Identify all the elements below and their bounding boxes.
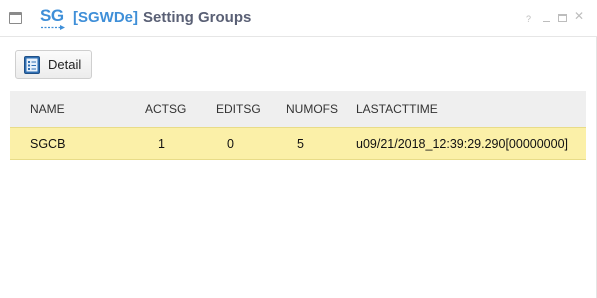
window-title: [SGWDe] Setting Groups [73,9,251,27]
setting-groups-window: SG [SGWDe] Setting Groups ? ✕ Detail NAM… [0,0,597,298]
window-title-name: Setting Groups [143,9,252,26]
minimize-button[interactable] [542,13,551,23]
window-title-code: [SGWDe] [73,9,138,26]
close-button[interactable]: ✕ [574,10,584,22]
cell-actsg: 1 [158,136,165,151]
cell-name: SGCB [30,136,66,151]
logo-arrow-icon [41,25,65,30]
logo-text: SG [40,6,64,25]
table-row[interactable]: SGCB 1 0 5 u09/21/2018_12:39:29.290[0000… [10,127,586,160]
column-header-editsg[interactable]: EDITSG [216,91,261,127]
cell-editsg: 0 [227,136,234,151]
detail-icon [24,56,40,74]
detail-button[interactable]: Detail [15,50,92,79]
setting-groups-table: NAME ACTSG EDITSG NUMOFS LASTACTTIME SGC… [10,91,586,160]
sg-logo: SG [40,7,66,31]
column-header-name[interactable]: NAME [30,91,65,127]
column-header-numofs[interactable]: NUMOFS [286,91,338,127]
detail-button-label: Detail [48,57,82,72]
cell-lastacttime: u09/21/2018_12:39:29.290[00000000] [356,136,569,151]
maximize-button[interactable] [558,14,567,22]
table-header: NAME ACTSG EDITSG NUMOFS LASTACTTIME [10,91,586,127]
title-bar[interactable]: SG [SGWDe] Setting Groups ? ✕ [0,0,597,37]
cell-numofs: 5 [297,136,304,151]
window-icon[interactable] [9,12,22,24]
column-header-lastacttime[interactable]: LASTACTTIME [356,91,438,127]
help-button[interactable]: ? [526,14,531,24]
column-header-actsg[interactable]: ACTSG [145,91,186,127]
